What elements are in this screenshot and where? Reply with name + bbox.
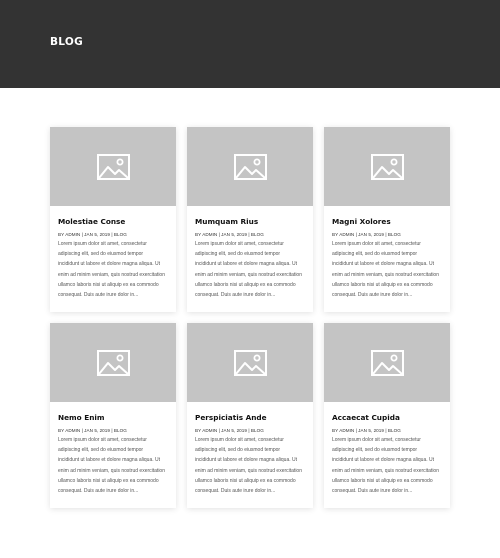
- post-thumbnail[interactable]: [50, 323, 176, 402]
- post-thumbnail[interactable]: [187, 127, 313, 206]
- excerpt-line: adipiscing elit, sed do eiusmod tempor: [195, 447, 281, 454]
- post-title[interactable]: Magni Xolores: [332, 217, 442, 227]
- excerpt-line: incididunt ut labore et dolore magna ali…: [58, 261, 161, 268]
- excerpt-line: ullamco laboris nisi ut aliquip ex ea co…: [332, 281, 433, 288]
- excerpt-line: incididunt ut labore et dolore magna ali…: [58, 457, 161, 464]
- post-meta: BY ADMIN | JAN 5, 2019 | BLOG: [332, 232, 401, 237]
- image-placeholder-icon: [233, 349, 267, 376]
- blog-card[interactable]: Molestiae Conse BY ADMIN | JAN 5, 2019 |…: [50, 127, 176, 312]
- excerpt-line: Lorem ipsum dolor sit amet, consectetur: [58, 437, 147, 443]
- excerpt-line: incididunt ut labore et dolore magna ali…: [195, 457, 298, 464]
- image-placeholder-icon: [370, 153, 404, 180]
- excerpt-line: consequat. Duis aute irure dolor in...: [58, 292, 139, 299]
- excerpt-line: Lorem ipsum dolor sit amet, consectetur: [332, 437, 421, 443]
- post-thumbnail[interactable]: [50, 127, 176, 206]
- post-meta: BY ADMIN | JAN 5, 2019 | BLOG: [58, 232, 127, 237]
- excerpt-line: enim ad minim veniam, quis nostrud exerc…: [332, 271, 439, 278]
- post-meta: BY ADMIN | JAN 5, 2019 | BLOG: [195, 232, 264, 237]
- post-thumbnail[interactable]: [187, 323, 313, 402]
- image-placeholder-icon: [96, 349, 130, 376]
- excerpt-line: adipiscing elit, sed do eiusmod tempor: [332, 447, 418, 454]
- post-title[interactable]: Mumquam Rius: [195, 217, 305, 227]
- excerpt-line: incididunt ut labore et dolore magna ali…: [332, 261, 435, 268]
- post-title[interactable]: Accaecat Cupida: [332, 413, 442, 423]
- image-placeholder-icon: [233, 153, 267, 180]
- excerpt-line: ullamco laboris nisi ut aliquip ex ea co…: [58, 281, 159, 288]
- excerpt-line: enim ad minim veniam, quis nostrud exerc…: [195, 271, 302, 278]
- excerpt-line: adipiscing elit, sed do eiusmod tempor: [195, 251, 281, 258]
- blog-card[interactable]: Magni Xolores BY ADMIN | JAN 5, 2019 | B…: [324, 127, 450, 312]
- excerpt-line: Lorem ipsum dolor sit amet, consectetur: [58, 241, 147, 247]
- excerpt-line: enim ad minim veniam, quis nostrud exerc…: [58, 467, 165, 474]
- blog-card[interactable]: Accaecat Cupida BY ADMIN | JAN 5, 2019 |…: [324, 323, 450, 508]
- excerpt-line: ullamco laboris nisi ut aliquip ex ea co…: [58, 477, 159, 484]
- post-title[interactable]: Perspiciatis Ande: [195, 413, 305, 423]
- image-placeholder-icon: [370, 349, 404, 376]
- excerpt-line: Lorem ipsum dolor sit amet, consectetur: [332, 241, 421, 247]
- excerpt-line: consequat. Duis aute irure dolor in...: [195, 488, 276, 495]
- excerpt-line: enim ad minim veniam, quis nostrud exerc…: [332, 467, 439, 474]
- excerpt-line: consequat. Duis aute irure dolor in...: [195, 292, 276, 299]
- post-excerpt: Lorem ipsum dolor sit amet, consectetur …: [332, 435, 442, 496]
- excerpt-line: adipiscing elit, sed do eiusmod tempor: [58, 251, 144, 258]
- image-placeholder-icon: [96, 153, 130, 180]
- excerpt-line: consequat. Duis aute irure dolor in...: [332, 292, 413, 299]
- excerpt-line: enim ad minim veniam, quis nostrud exerc…: [58, 271, 165, 278]
- excerpt-line: Lorem ipsum dolor sit amet, consectetur: [195, 241, 284, 247]
- post-excerpt: Lorem ipsum dolor sit amet, consectetur …: [58, 239, 168, 300]
- page-title: BLOG: [50, 36, 84, 48]
- excerpt-line: incididunt ut labore et dolore magna ali…: [332, 457, 435, 464]
- post-thumbnail[interactable]: [324, 127, 450, 206]
- blog-card[interactable]: Nemo Enim BY ADMIN | JAN 5, 2019 | BLOG …: [50, 323, 176, 508]
- page-header: BLOG: [0, 0, 500, 88]
- post-excerpt: Lorem ipsum dolor sit amet, consectetur …: [195, 239, 305, 300]
- post-title[interactable]: Molestiae Conse: [58, 217, 168, 227]
- post-title[interactable]: Nemo Enim: [58, 413, 168, 423]
- excerpt-line: consequat. Duis aute irure dolor in...: [332, 488, 413, 495]
- excerpt-line: consequat. Duis aute irure dolor in...: [58, 488, 139, 495]
- post-excerpt: Lorem ipsum dolor sit amet, consectetur …: [195, 435, 305, 496]
- excerpt-line: adipiscing elit, sed do eiusmod tempor: [58, 447, 144, 454]
- blog-card[interactable]: Mumquam Rius BY ADMIN | JAN 5, 2019 | BL…: [187, 127, 313, 312]
- post-meta: BY ADMIN | JAN 5, 2019 | BLOG: [332, 428, 401, 433]
- post-excerpt: Lorem ipsum dolor sit amet, consectetur …: [332, 239, 442, 300]
- excerpt-line: incididunt ut labore et dolore magna ali…: [195, 261, 298, 268]
- excerpt-line: adipiscing elit, sed do eiusmod tempor: [332, 251, 418, 258]
- excerpt-line: ullamco laboris nisi ut aliquip ex ea co…: [195, 477, 296, 484]
- excerpt-line: ullamco laboris nisi ut aliquip ex ea co…: [332, 477, 433, 484]
- post-excerpt: Lorem ipsum dolor sit amet, consectetur …: [58, 435, 168, 496]
- post-meta: BY ADMIN | JAN 5, 2019 | BLOG: [58, 428, 127, 433]
- blog-grid: Molestiae Conse BY ADMIN | JAN 5, 2019 |…: [50, 127, 450, 508]
- excerpt-line: Lorem ipsum dolor sit amet, consectetur: [195, 437, 284, 443]
- post-meta: BY ADMIN | JAN 5, 2019 | BLOG: [195, 428, 264, 433]
- blog-card[interactable]: Perspiciatis Ande BY ADMIN | JAN 5, 2019…: [187, 323, 313, 508]
- excerpt-line: ullamco laboris nisi ut aliquip ex ea co…: [195, 281, 296, 288]
- post-thumbnail[interactable]: [324, 323, 450, 402]
- excerpt-line: enim ad minim veniam, quis nostrud exerc…: [195, 467, 302, 474]
